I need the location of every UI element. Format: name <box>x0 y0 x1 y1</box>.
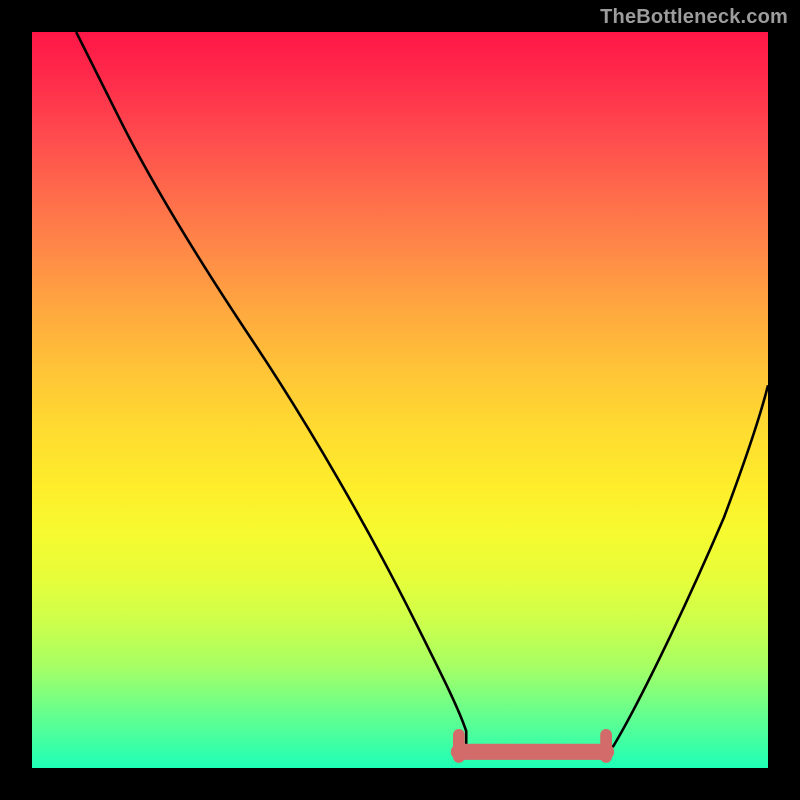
chart-frame: TheBottleneck.com <box>0 0 800 800</box>
plot-area <box>32 32 768 768</box>
watermark-text: TheBottleneck.com <box>600 6 788 29</box>
bottleneck-curve <box>76 32 768 755</box>
chart-svg <box>32 32 768 768</box>
